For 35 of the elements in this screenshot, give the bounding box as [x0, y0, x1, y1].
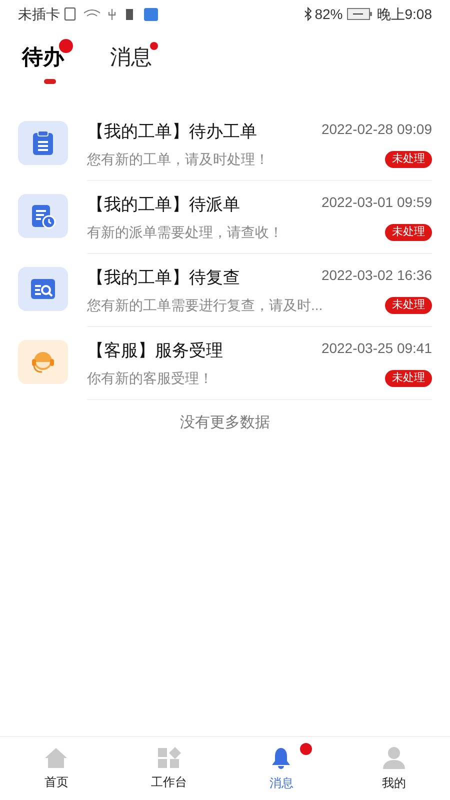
clock-text: 晚上9:08: [376, 4, 432, 24]
item-title: 【我的工单】待派单: [87, 194, 240, 216]
list-search-icon: [30, 277, 56, 301]
item-time: 2022-03-01 09:59: [321, 193, 432, 212]
clipboard-icon: [31, 130, 55, 156]
battery-percent-text: 82%: [314, 4, 343, 24]
item-title: 【我的工单】待办工单: [87, 121, 257, 143]
tab[interactable]: 待办: [22, 47, 64, 74]
status-badge: 未处理: [385, 370, 432, 387]
tab-underline: [44, 79, 56, 84]
status-badge: 未处理: [385, 151, 432, 168]
item-message: 您有新的工单，请及时处理！: [87, 150, 269, 169]
item-message: 你有新的客服受理！: [87, 369, 213, 388]
item-time: 2022-03-02 16:36: [321, 266, 432, 285]
grid-icon: [156, 746, 181, 768]
bluetooth-icon: [302, 7, 313, 21]
nav-tab[interactable]: 首页: [0, 737, 112, 800]
nav-tab[interactable]: 工作台: [112, 737, 225, 800]
battery-icon: [346, 8, 373, 20]
nav-tab[interactable]: 消息: [225, 737, 338, 800]
item-title: 【客服】服务受理: [87, 340, 223, 362]
item-time: 2022-03-25 09:41: [321, 339, 432, 358]
item-message: 有新的派单需要处理，请查收！: [87, 223, 283, 242]
document-clock-icon: [30, 203, 56, 229]
home-icon: [44, 746, 68, 768]
item-title: 【我的工单】待复查: [87, 267, 240, 289]
tab[interactable]: 消息: [110, 47, 152, 74]
item-message: 您有新的工单需要进行复查，请及时...: [87, 296, 323, 315]
item-time: 2022-02-28 09:09: [321, 120, 432, 139]
no-more-data-text: 没有更多数据: [180, 413, 270, 433]
person-icon: [382, 746, 406, 770]
nav-tab[interactable]: 我的: [338, 737, 450, 800]
status-badge: 未处理: [385, 297, 432, 314]
status-badge: 未处理: [385, 224, 432, 241]
carrier-text: 未插卡: [18, 4, 60, 24]
